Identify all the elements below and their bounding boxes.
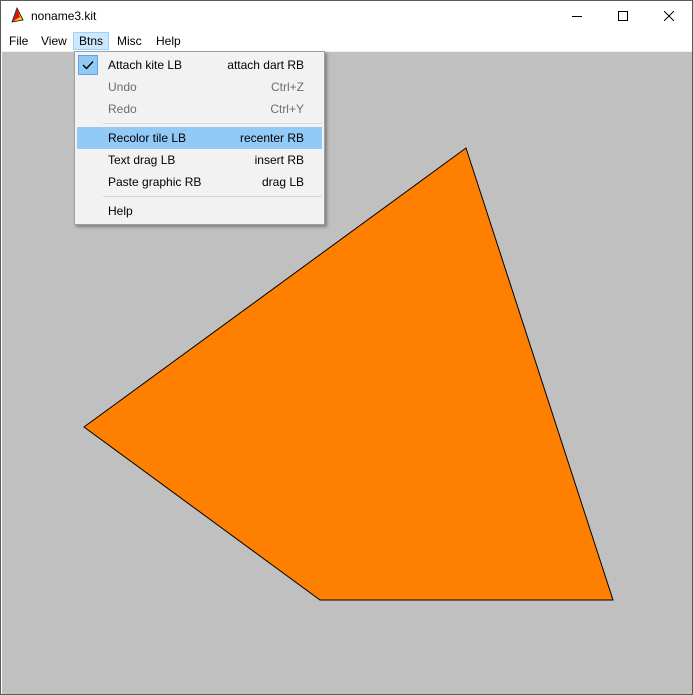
app-window: noname3.kit File View Btns Misc Help SOF… (0, 0, 693, 695)
check-mark (78, 55, 98, 75)
menu-separator (103, 196, 322, 197)
menuitem-recolor-tile[interactable]: Recolor tile LB recenter RB (77, 127, 322, 149)
menuitem-attach-kite[interactable]: Attach kite LB attach dart RB (77, 54, 322, 76)
menu-help[interactable]: Help (150, 32, 187, 50)
menu-view[interactable]: View (35, 32, 73, 50)
menu-btns[interactable]: Btns (73, 32, 110, 50)
title-bar[interactable]: noname3.kit (1, 1, 692, 31)
menu-separator (103, 123, 322, 124)
minimize-button[interactable] (554, 1, 600, 31)
menuitem-label: Paste graphic RB (108, 175, 202, 189)
menu-file[interactable]: File (3, 32, 34, 50)
menuitem-paste-graphic[interactable]: Paste graphic RB drag LB (77, 171, 322, 193)
menuitem-label: Undo (108, 80, 137, 94)
menu-bar: File View Btns Misc Help (1, 31, 692, 52)
menuitem-shortcut: recenter RB (239, 131, 304, 145)
menuitem-shortcut: attach dart RB (227, 58, 304, 72)
close-button[interactable] (646, 1, 692, 31)
menuitem-label: Help (108, 204, 133, 218)
maximize-button[interactable] (600, 1, 646, 31)
menuitem-label: Text drag LB (108, 153, 176, 167)
menuitem-text-drag[interactable]: Text drag LB insert RB (77, 149, 322, 171)
menuitem-label: Attach kite LB (108, 58, 183, 72)
menuitem-label: Redo (108, 102, 137, 116)
btns-dropdown-menu: Attach kite LB attach dart RB Undo Ctrl+… (74, 51, 325, 225)
menuitem-help[interactable]: Help (77, 200, 322, 222)
window-title: noname3.kit (31, 9, 97, 23)
maximize-icon (618, 11, 628, 21)
menuitem-redo[interactable]: Redo Ctrl+Y (77, 98, 322, 120)
close-icon (664, 11, 674, 21)
menuitem-shortcut: Ctrl+Z (271, 80, 304, 94)
menuitem-label: Recolor tile LB (108, 131, 187, 145)
menuitem-shortcut: insert RB (254, 153, 304, 167)
minimize-icon (572, 11, 582, 21)
menu-misc[interactable]: Misc (111, 32, 148, 50)
menuitem-undo[interactable]: Undo Ctrl+Z (77, 76, 322, 98)
menuitem-shortcut: drag LB (261, 175, 304, 189)
kite-app-icon[interactable] (9, 6, 25, 23)
menuitem-shortcut: Ctrl+Y (270, 102, 304, 116)
